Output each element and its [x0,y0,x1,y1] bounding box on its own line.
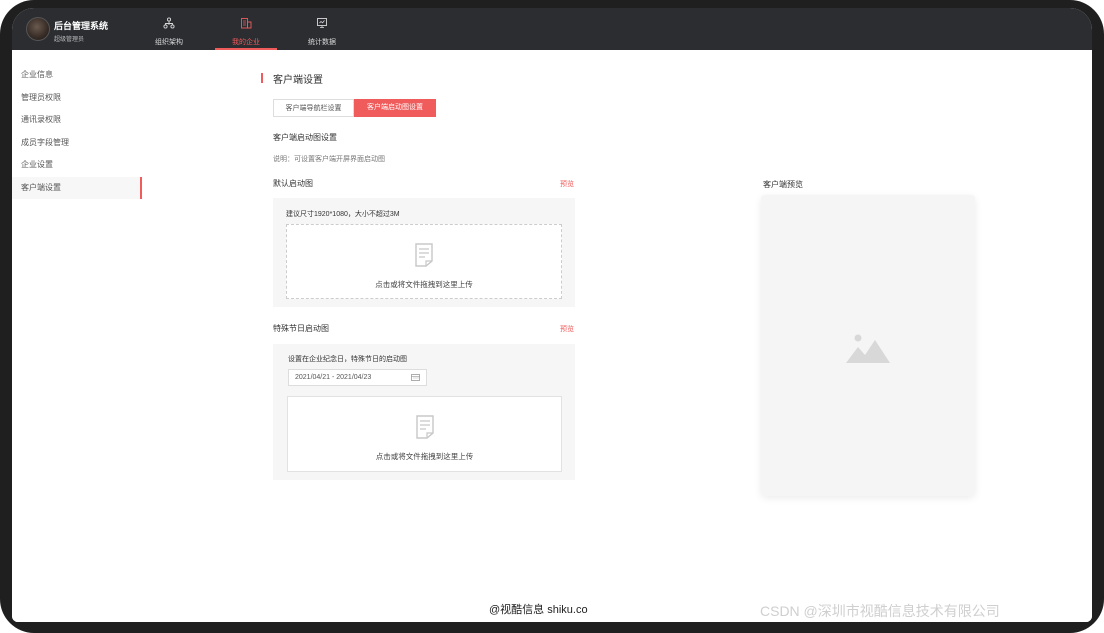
nav-label: 组织架构 [155,39,183,46]
holiday-upload-dropzone[interactable]: 点击或将文件拖拽到这里上传 [287,396,562,472]
watermark-center: @视酷信息 shiku.co [489,604,588,616]
tab-client-nav-settings[interactable]: 客户端导航栏设置 [273,99,354,117]
default-launch-panel: 建议尺寸1920*1080，大小不超过3M 点击或将文件拖拽到这里上传 [273,198,575,307]
sidebar-item-enterprise-info[interactable]: 企业信息 [12,64,142,86]
top-bar: 后台管理系统 超级管理员 组织架构 我的企业 统计数据 [12,8,1092,50]
nav-label: 统计数据 [308,39,336,46]
nav-label: 我的企业 [232,39,260,46]
default-preview-link[interactable]: 预览 [560,179,574,189]
statistics-icon [317,18,327,28]
preview-label: 客户端预览 [763,180,803,189]
date-range-value: 2021/04/21 - 2021/04/23 [295,374,372,381]
sidebar: 企业信息 管理员权限 通讯录权限 成员字段管理 企业设置 客户端设置 [12,50,142,622]
default-launch-label: 默认启动图 [273,179,313,188]
sidebar-item-contacts-permissions[interactable]: 通讯录权限 [12,109,142,131]
calendar-icon [411,374,420,381]
holiday-launch-panel: 设置在企业纪念日，特殊节日的启动图 点击或将文件拖拽到这里上传 [273,344,575,480]
nav-statistics[interactable]: 统计数据 [291,8,353,50]
upload-hint: 点击或将文件拖拽到这里上传 [375,280,473,289]
client-preview-panel [761,195,975,496]
default-upload-dropzone[interactable]: 点击或将文件拖拽到这里上传 [286,224,562,299]
app-title: 后台管理系统 [54,21,109,31]
tab-client-launch-settings[interactable]: 客户端启动图设置 [354,99,436,117]
sidebar-item-enterprise-settings[interactable]: 企业设置 [12,154,142,176]
watermark-right: CSDN @深圳市视酷信息技术有限公司 [760,603,1000,619]
enterprise-icon [241,18,252,29]
device-frame: 后台管理系统 超级管理员 组织架构 我的企业 统计数据 企业信息 管理员权限 通… [0,0,1104,633]
upload-hint: 点击或将文件拖拽到这里上传 [375,452,474,461]
user-role: 超级管理员 [54,37,85,43]
section-marker [261,73,263,83]
holiday-hint: 设置在企业纪念日，特殊节日的启动图 [288,356,407,363]
holiday-preview-link[interactable]: 预览 [560,324,574,334]
avatar[interactable] [26,17,50,41]
file-icon [415,243,433,267]
date-range-picker[interactable]: 2021/04/21 - 2021/04/23 [288,369,427,386]
section-title: 客户端启动图设置 [273,133,337,142]
org-structure-icon [163,17,175,29]
nav-my-enterprise[interactable]: 我的企业 [215,8,277,50]
section-description: 说明：可设置客户端开屏界面启动图 [273,156,385,163]
image-placeholder-icon [846,334,890,363]
holiday-launch-label: 特殊节日启动图 [273,324,329,333]
page-title: 客户端设置 [273,75,323,86]
sidebar-item-member-fields[interactable]: 成员字段管理 [12,132,142,154]
app-screen: 后台管理系统 超级管理员 组织架构 我的企业 统计数据 企业信息 管理员权限 通… [12,8,1092,622]
size-hint: 建议尺寸1920*1080，大小不超过3M [286,211,400,218]
sidebar-item-admin-permissions[interactable]: 管理员权限 [12,87,142,109]
nav-org-structure[interactable]: 组织架构 [138,8,200,50]
sidebar-item-client-settings[interactable]: 客户端设置 [12,177,142,199]
file-icon [415,415,434,439]
